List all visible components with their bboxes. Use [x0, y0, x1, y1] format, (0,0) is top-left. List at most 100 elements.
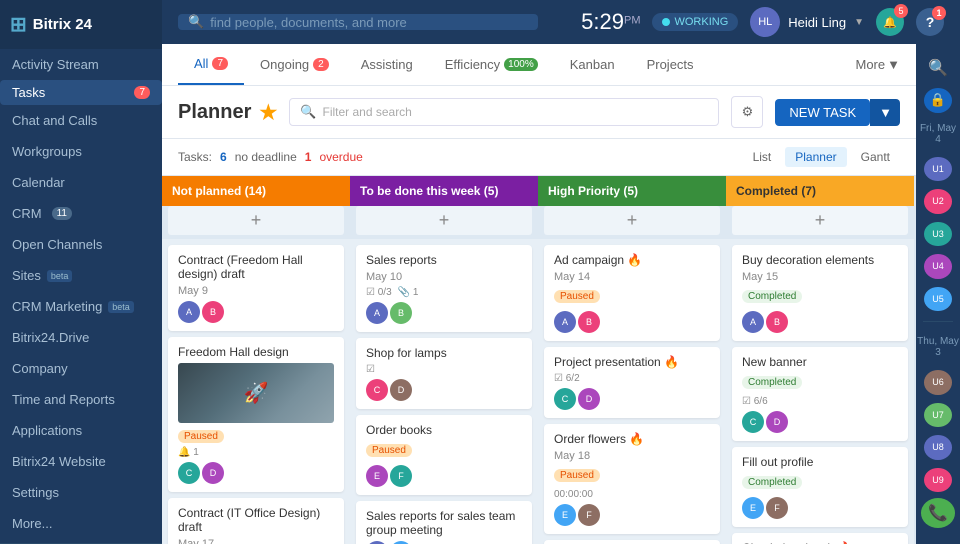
task-card[interactable]: Sales reports May 10 ☑ 0/3 📎 1 A B	[356, 245, 532, 332]
gantt-view-button[interactable]: Gantt	[851, 147, 900, 167]
sidebar-item-label: Time and Reports	[12, 392, 115, 407]
sidebar-item-workgroups[interactable]: Workgroups	[0, 136, 162, 167]
sidebar-item-applications[interactable]: Applications	[0, 415, 162, 446]
sidebar-item-company[interactable]: Company	[0, 353, 162, 384]
task-card[interactable]: Project presentation 🔥 ☑ 6/2 C D	[544, 347, 720, 418]
overdue-label: overdue	[319, 150, 362, 164]
sidebar-item-bitrix24-website[interactable]: Bitrix24 Website	[0, 446, 162, 477]
tab-projects[interactable]: Projects	[631, 45, 710, 84]
avatar: F	[578, 504, 600, 526]
tabs-more-button[interactable]: More ▼	[856, 57, 901, 72]
tab-all[interactable]: All 7	[178, 44, 244, 85]
lock-icon[interactable]: 🔒	[924, 88, 952, 113]
help-button[interactable]: ? 1	[916, 8, 944, 36]
task-date: May 18	[554, 450, 710, 462]
time-value: 5:29	[581, 9, 624, 34]
task-card[interactable]: Order flowers 🔥 May 18 Paused 00:00:00 E…	[544, 424, 720, 534]
search-input[interactable]	[210, 15, 528, 30]
tasks-count: 6	[220, 150, 227, 164]
sidebar-item-bitrix24-drive[interactable]: Bitrix24.Drive	[0, 322, 162, 353]
task-title: Sales reports for sales team group meeti…	[366, 509, 522, 537]
task-card[interactable]: Buy decoration elements May 15 Completed…	[732, 245, 908, 341]
planner-view-button[interactable]: Planner	[785, 147, 846, 167]
sidebar-item-crm-marketing[interactable]: CRM Marketing beta	[0, 291, 162, 322]
tab-assisting[interactable]: Assisting	[345, 45, 429, 84]
task-card[interactable]: Sales reports for sales team group meeti…	[356, 501, 532, 544]
new-task-button[interactable]: NEW TASK	[775, 99, 870, 126]
filter-search[interactable]: 🔍 Filter and search	[289, 98, 719, 126]
avatar: B	[202, 301, 224, 323]
tab-all-badge: 7	[212, 57, 228, 70]
col-high-priority-add[interactable]: +	[544, 206, 720, 235]
sidebar-item-label: Tasks	[12, 85, 45, 100]
time-display: 5:29PM	[581, 9, 640, 35]
sites-beta-tag: beta	[47, 270, 73, 282]
task-card[interactable]: Shop for lamps ☑ C D	[356, 338, 532, 409]
sidebar-item-more[interactable]: More...	[0, 508, 162, 539]
task-card[interactable]: Shop for lamps May 14 G	[544, 540, 720, 544]
planner-title: Planner ★	[178, 100, 277, 125]
sidebar-item-activity-stream[interactable]: Activity Stream	[0, 49, 162, 80]
tab-efficiency-label: Efficiency	[445, 57, 500, 72]
col-not-planned-add[interactable]: +	[168, 206, 344, 235]
avatar: U4	[924, 254, 952, 279]
task-card[interactable]: Freedom Hall design Paused 🔔 1 C D	[168, 337, 344, 492]
working-status[interactable]: WORKING	[652, 13, 738, 31]
avatar: A	[554, 311, 576, 333]
col-completed-header: Completed (7)	[726, 176, 914, 206]
task-card[interactable]: Contract (Freedom Hall design) draft May…	[168, 245, 344, 331]
sidebar-item-settings[interactable]: Settings	[0, 477, 162, 508]
task-image	[178, 363, 334, 423]
task-card[interactable]: New banner Completed ☑ 6/6 C D	[732, 347, 908, 441]
sidebar-item-chat-and-calls[interactable]: Chat and Calls	[0, 105, 162, 136]
sidebar-item-time-and-reports[interactable]: Time and Reports	[0, 384, 162, 415]
task-card[interactable]: Ad campaign 🔥 May 14 Paused A B	[544, 245, 720, 341]
crm-marketing-beta-tag: beta	[108, 301, 134, 313]
sidebar-item-calendar[interactable]: Calendar	[0, 167, 162, 198]
sidebar-item-label: CRM Marketing	[12, 299, 102, 314]
tab-kanban[interactable]: Kanban	[554, 45, 631, 84]
task-card[interactable]: Check the sketch 🔥 Completed ☑ 4/4 G H	[732, 533, 908, 544]
tab-efficiency[interactable]: Efficiency 100%	[429, 45, 554, 84]
list-view-button[interactable]: List	[743, 147, 782, 167]
tab-efficiency-badge: 100%	[504, 58, 538, 71]
col-to-be-done-add[interactable]: +	[356, 206, 532, 235]
task-card[interactable]: Fill out profile Completed E F	[732, 447, 908, 527]
sidebar-item-label: More...	[12, 516, 52, 531]
col-completed-add[interactable]: +	[732, 206, 908, 235]
task-title: Buy decoration elements	[742, 253, 898, 267]
notifications-button[interactable]: 🔔 5	[876, 8, 904, 36]
task-card[interactable]: Contract (IT Office Design) draft May 17…	[168, 498, 344, 544]
planner-settings-button[interactable]: ⚙	[731, 96, 763, 128]
sidebar-item-crm[interactable]: CRM 11	[0, 198, 162, 229]
search-bar[interactable]: 🔍	[178, 14, 538, 30]
tabs-bar: All 7 Ongoing 2 Assisting Efficiency 100…	[162, 44, 916, 86]
sidebar-item-tasks[interactable]: Tasks 7	[0, 80, 162, 105]
task-num-badge: 🔔 1	[178, 447, 199, 458]
sidebar-item-sites[interactable]: Sites beta	[0, 260, 162, 291]
sidebar-item-open-channels[interactable]: Open Channels	[0, 229, 162, 260]
task-card[interactable]: Order books Paused E F	[356, 415, 532, 495]
new-task-dropdown[interactable]: ▼	[870, 99, 900, 126]
avatar: C	[178, 462, 200, 484]
col-to-be-done-header: To be done this week (5)	[350, 176, 538, 206]
search-icon-right[interactable]: 🔍	[922, 52, 954, 84]
working-dot	[662, 18, 670, 26]
sidebar-item-label: Open Channels	[12, 237, 102, 252]
avatar: U7	[924, 403, 952, 428]
right-sidebar-divider	[923, 321, 953, 322]
help-badge: 1	[932, 6, 946, 20]
tab-ongoing[interactable]: Ongoing 2	[244, 45, 345, 84]
search-icon: 🔍	[188, 14, 204, 30]
tab-kanban-label: Kanban	[570, 57, 615, 72]
user-menu[interactable]: HL Heidi Ling ▼	[750, 7, 864, 37]
col-completed: Completed (7) + Buy decoration elements …	[726, 176, 914, 544]
star-icon[interactable]: ★	[259, 100, 277, 125]
avatar: D	[578, 388, 600, 410]
filter-icon: 🔍	[300, 104, 316, 120]
task-date: May 10	[366, 271, 522, 283]
tasks-label: Tasks:	[178, 150, 212, 164]
task-meta: ☑ 6/2	[554, 373, 710, 384]
phone-icon[interactable]: 📞	[921, 498, 955, 528]
col-to-be-done-body: Sales reports May 10 ☑ 0/3 📎 1 A B	[350, 239, 538, 544]
